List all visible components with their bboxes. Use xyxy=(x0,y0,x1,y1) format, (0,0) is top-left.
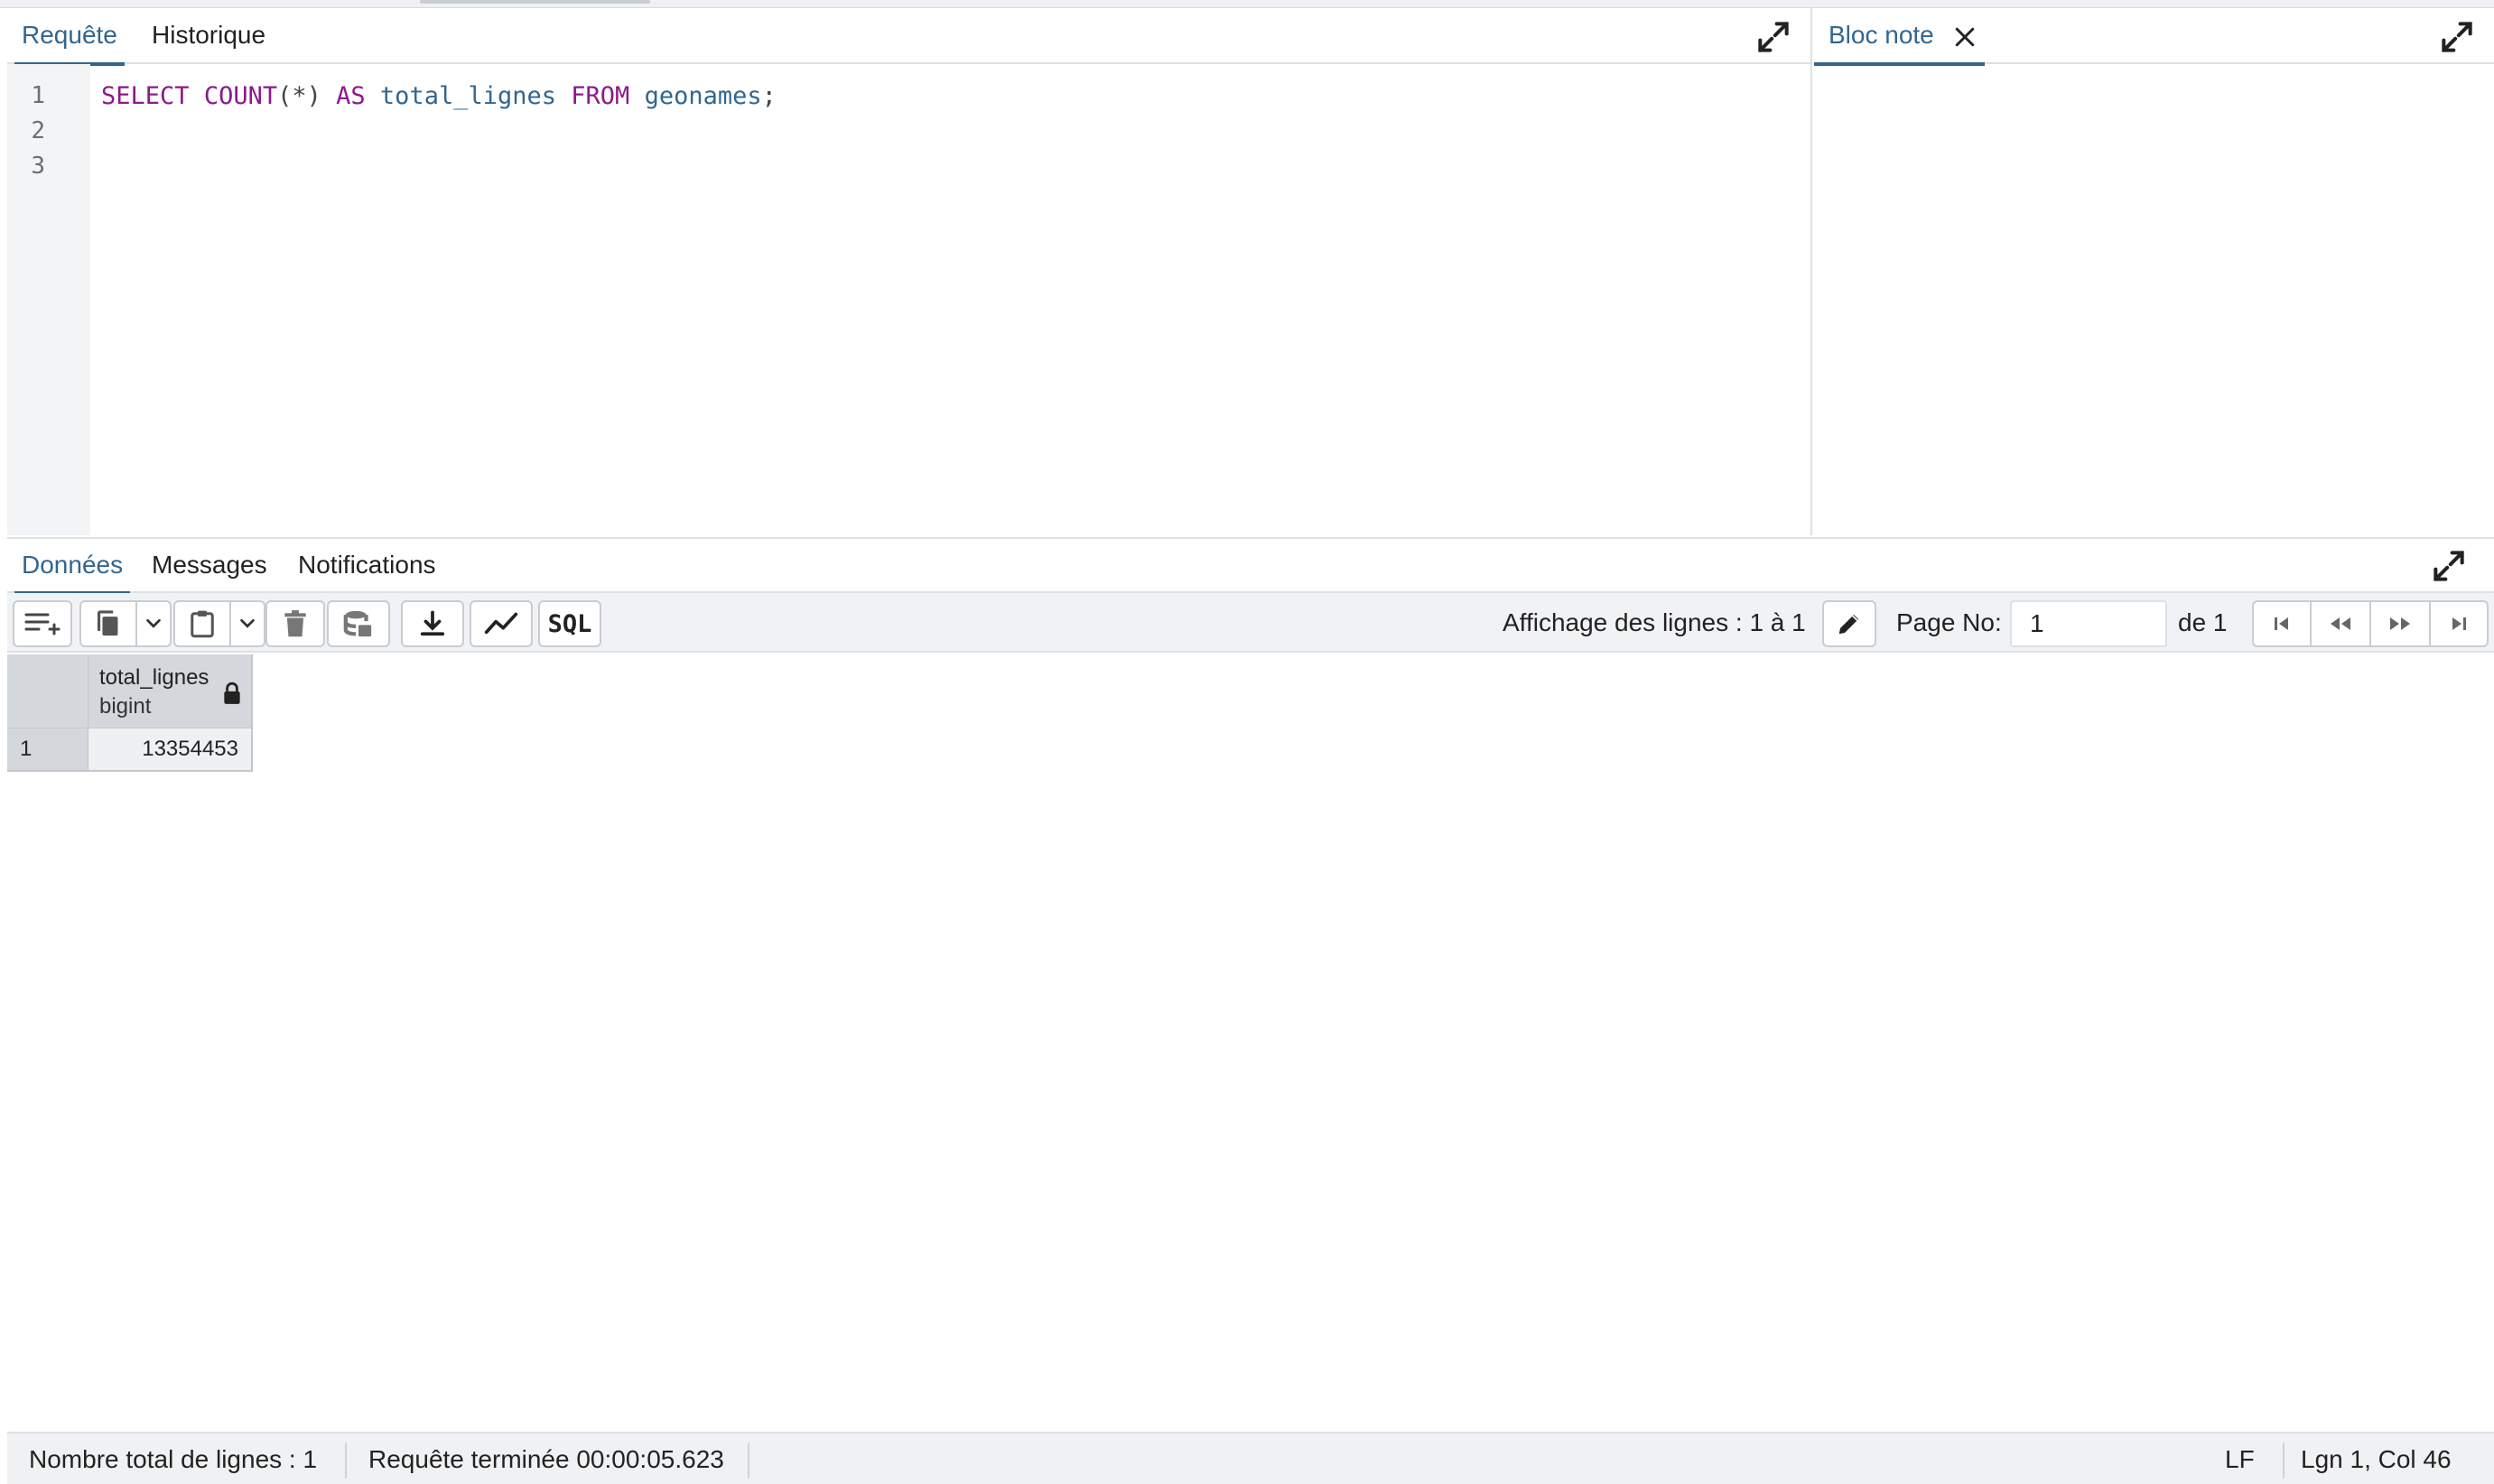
expand-icon[interactable] xyxy=(1754,17,1793,57)
delete-row-button[interactable] xyxy=(265,600,325,647)
sql-table: geonames xyxy=(644,82,762,110)
download-icon xyxy=(420,610,445,636)
lock-icon xyxy=(222,682,242,710)
graph-visualiser-button[interactable] xyxy=(470,600,533,647)
row-number[interactable]: 1 xyxy=(7,728,88,772)
tab-donnees[interactable]: Données xyxy=(14,539,131,595)
chevron-down-icon xyxy=(240,618,255,628)
sql-alias: total_lignes xyxy=(379,82,556,110)
results-panel: Données Messages Notifications SQL Affic… xyxy=(7,537,2494,1484)
notepad-editor[interactable] xyxy=(1814,64,2494,535)
top-scroll-track xyxy=(0,0,2494,8)
total-rows-text: Nombre total de lignes : 1 xyxy=(29,1445,318,1473)
sql-args: (*) xyxy=(277,82,321,110)
tab-bloc-note-label: Bloc note xyxy=(1829,21,1934,49)
trash-icon xyxy=(284,610,306,637)
horizontal-scroll-thumb[interactable] xyxy=(420,0,650,4)
download-button[interactable] xyxy=(401,600,464,647)
sql-keyword: SELECT xyxy=(101,82,190,110)
line-chart-icon xyxy=(484,612,518,635)
sql-code-line[interactable]: SELECT COUNT(*) AS total_lignes FROM geo… xyxy=(101,82,777,110)
rewind-icon xyxy=(2331,617,2350,630)
sql-keyword: AS xyxy=(336,82,366,110)
database-save-icon xyxy=(343,610,372,637)
results-tabbar: Données Messages Notifications xyxy=(7,539,2494,595)
data-toolbar: SQL Affichage des lignes : 1 à 1 Page No… xyxy=(7,593,2494,653)
clipboard-icon xyxy=(191,610,214,638)
tab-requete[interactable]: Requête xyxy=(14,8,125,66)
expand-icon[interactable] xyxy=(2437,17,2477,57)
first-page-icon xyxy=(2275,617,2288,630)
line-number: 1 xyxy=(31,82,45,109)
status-divider xyxy=(2283,1442,2285,1479)
status-bar: Nombre total de lignes : 1 Requête termi… xyxy=(7,1432,2494,1484)
edit-range-button[interactable] xyxy=(1822,600,1876,647)
page-total-text: de 1 xyxy=(2178,608,2228,636)
sql-function: COUNT xyxy=(203,82,278,110)
copy-button[interactable] xyxy=(79,600,137,647)
column-name: total_lignes xyxy=(99,665,209,690)
sql-view-button[interactable]: SQL xyxy=(538,600,601,647)
add-row-button[interactable] xyxy=(13,600,72,647)
status-divider xyxy=(345,1442,347,1479)
tab-notifications[interactable]: Notifications xyxy=(291,539,443,593)
page-label: Page No: xyxy=(1896,608,2002,636)
query-status-text: Requête terminée 00:00:05.623 xyxy=(368,1445,724,1473)
status-divider xyxy=(748,1442,749,1479)
tab-messages[interactable]: Messages xyxy=(144,539,275,593)
copy-icon xyxy=(97,610,118,636)
paste-button[interactable] xyxy=(173,600,231,647)
sql-editor[interactable]: 1 2 3 SELECT COUNT(*) AS total_lignes FR… xyxy=(7,64,1810,535)
sql-keyword: FROM xyxy=(571,82,630,110)
line-number-gutter: 1 2 3 xyxy=(7,64,90,535)
tab-historique[interactable]: Historique xyxy=(144,8,273,64)
notepad-tabbar: Bloc note xyxy=(1814,8,2494,66)
last-page-icon xyxy=(2452,617,2466,630)
notepad-panel: Bloc note xyxy=(1814,8,2494,535)
query-panel: Requête Historique 1 2 3 SELECT COUNT(*)… xyxy=(7,8,1812,535)
paste-options-button[interactable] xyxy=(229,600,265,647)
chevron-down-icon xyxy=(146,618,161,628)
line-number: 2 xyxy=(31,117,45,144)
close-icon[interactable] xyxy=(1951,23,1978,51)
line-number: 3 xyxy=(31,153,45,180)
next-page-button[interactable] xyxy=(2369,600,2431,647)
pencil-icon xyxy=(1838,615,1858,635)
last-page-button[interactable] xyxy=(2429,600,2489,647)
rows-display-text: Affichage des lignes : 1 à 1 xyxy=(1503,608,1806,636)
cursor-position-text: Lgn 1, Col 46 xyxy=(2301,1445,2452,1473)
save-data-button[interactable] xyxy=(327,600,390,647)
line-ending-text: LF xyxy=(2225,1445,2255,1473)
column-type: bigint xyxy=(99,694,152,719)
fast-forward-icon xyxy=(2390,617,2410,630)
copy-options-button[interactable] xyxy=(135,600,172,647)
page-number-input[interactable]: 1 xyxy=(2010,600,2167,647)
add-row-icon xyxy=(24,613,60,635)
grid-cell[interactable]: 13354453 xyxy=(88,728,253,772)
first-page-button[interactable] xyxy=(2252,600,2312,647)
expand-icon[interactable] xyxy=(2429,546,2469,586)
grid-select-all[interactable] xyxy=(7,654,88,728)
sql-terminator: ; xyxy=(761,82,777,110)
previous-page-button[interactable] xyxy=(2310,600,2371,647)
query-tabbar: Requête Historique xyxy=(7,8,1810,66)
column-header-total-lignes[interactable]: total_lignes bigint xyxy=(88,654,253,728)
